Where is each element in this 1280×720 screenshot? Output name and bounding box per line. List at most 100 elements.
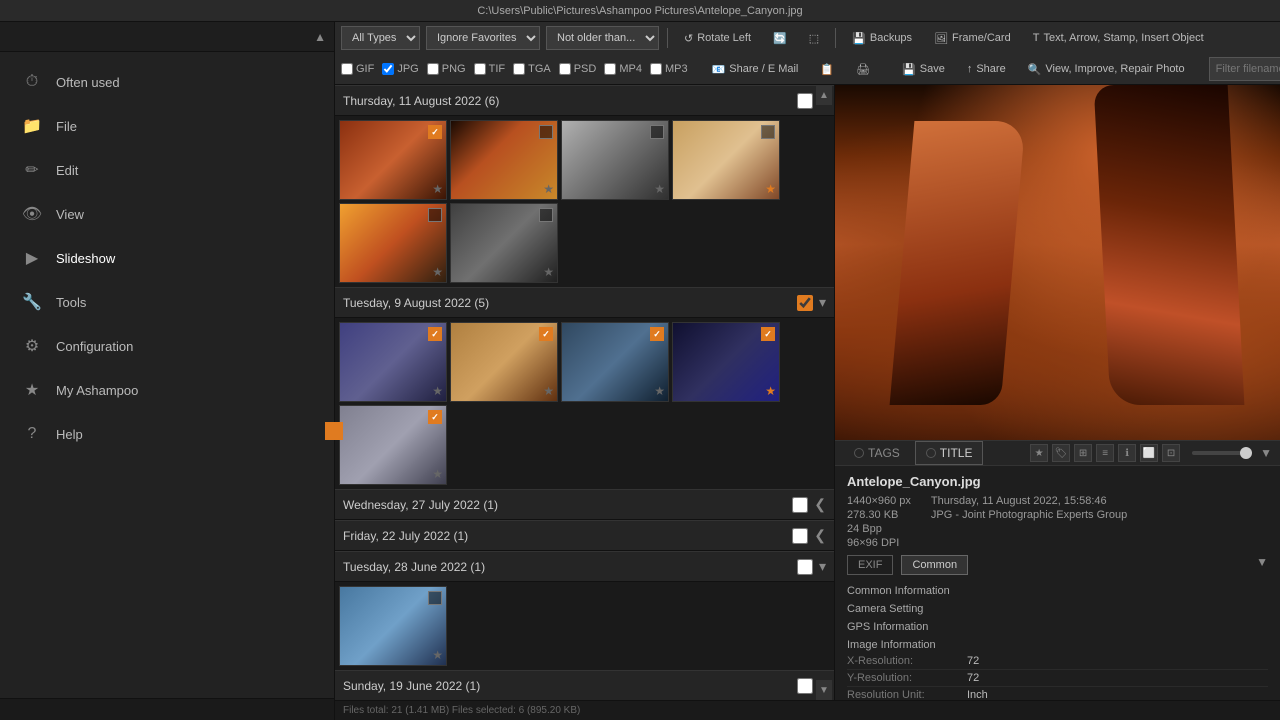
info-slider[interactable] xyxy=(1192,451,1252,455)
date-header-jun19[interactable]: Sunday, 19 June 2022 (1)▾ xyxy=(335,670,834,700)
date-collapse-jun28[interactable]: ▾ xyxy=(819,558,826,575)
gallery-scroll-up[interactable]: ▲ xyxy=(816,85,832,105)
sidebar-item-slideshow[interactable]: ▶ Slideshow xyxy=(0,236,334,280)
tif-checkbox-label[interactable]: TIF xyxy=(474,63,506,75)
tag-tab-icon[interactable]: 🏷 xyxy=(1052,444,1070,462)
mp4-checkbox[interactable] xyxy=(604,63,616,75)
type-filter-select[interactable]: All Types xyxy=(341,26,420,50)
preview-image-area[interactable] xyxy=(835,85,1280,440)
rotate-left-btn[interactable]: ↺ Rotate Left xyxy=(676,29,759,48)
mp4-checkbox-label[interactable]: MP4 xyxy=(604,63,642,75)
png-checkbox-label[interactable]: PNG xyxy=(427,63,466,75)
exif-tab-btn[interactable]: EXIF xyxy=(847,555,893,575)
thumbnail-t5[interactable]: ★ xyxy=(339,203,447,283)
date-header-jul27[interactable]: Wednesday, 27 July 2022 (1)❮ xyxy=(335,489,834,520)
date-checkbox-jun28[interactable] xyxy=(797,559,813,575)
psd-checkbox-label[interactable]: PSD xyxy=(559,63,597,75)
tab-tags[interactable]: TAGS xyxy=(843,441,911,465)
jpg-checkbox[interactable] xyxy=(382,63,394,75)
date-header-aug9[interactable]: Tuesday, 9 August 2022 (5)▾ xyxy=(335,287,834,318)
box-tab-icon[interactable]: ⬜ xyxy=(1140,444,1158,462)
share-email-btn[interactable]: 📧 Share / E Mail xyxy=(704,60,807,79)
exif-expand[interactable]: ▼ xyxy=(1256,555,1268,575)
date-checkbox-jul27[interactable] xyxy=(792,497,808,513)
thumbnail-t12[interactable]: ★ xyxy=(339,586,447,666)
star-t1[interactable]: ★ xyxy=(432,182,443,196)
star-t12[interactable]: ★ xyxy=(432,648,443,662)
star-t7[interactable]: ★ xyxy=(432,384,443,398)
tif-checkbox[interactable] xyxy=(474,63,486,75)
sidebar-toggle[interactable]: ▲ xyxy=(310,28,330,46)
thumbnail-t4[interactable]: ★ xyxy=(672,120,780,200)
view-improve-btn[interactable]: 🔍 View, Improve, Repair Photo xyxy=(1020,60,1193,79)
share-copy-btn[interactable]: 📋 xyxy=(812,60,842,79)
date-checkbox-jul22[interactable] xyxy=(792,528,808,544)
date-collapse-jul22[interactable]: ❮ xyxy=(814,527,826,544)
gallery-scroll-down[interactable]: ▼ xyxy=(816,680,832,700)
jpg-checkbox-label[interactable]: JPG xyxy=(382,63,418,75)
date-filter-select[interactable]: Not older than... xyxy=(546,26,659,50)
thumbnail-t7[interactable]: ✓★ xyxy=(339,322,447,402)
thumbnail-t10[interactable]: ✓★ xyxy=(672,322,780,402)
thumbnail-t11[interactable]: ✓★ xyxy=(339,405,447,485)
date-checkbox-aug11[interactable] xyxy=(797,93,813,109)
gallery-pane[interactable]: ▲Thursday, 11 August 2022 (6)▾✓★★★★★★Tue… xyxy=(335,85,835,700)
thumbnail-t9[interactable]: ✓★ xyxy=(561,322,669,402)
thumbnail-t1[interactable]: ✓★ xyxy=(339,120,447,200)
date-header-jul22[interactable]: Friday, 22 July 2022 (1)❮ xyxy=(335,520,834,551)
sidebar-item-edit[interactable]: ✏ Edit xyxy=(0,148,334,192)
info-tab-icon2[interactable]: ℹ xyxy=(1118,444,1136,462)
backups-btn[interactable]: 💾 Backups xyxy=(844,29,920,48)
date-collapse-aug9[interactable]: ▾ xyxy=(819,294,826,311)
sidebar-item-often-used[interactable]: ⏱ Often used xyxy=(0,60,334,104)
grid-tab-icon[interactable]: ⊞ xyxy=(1074,444,1092,462)
psd-checkbox[interactable] xyxy=(559,63,571,75)
gif-checkbox-label[interactable]: GIF xyxy=(341,63,374,75)
fliph-icon-btn[interactable]: ⬚ xyxy=(801,29,827,48)
thumbnail-t8[interactable]: ✓★ xyxy=(450,322,558,402)
date-header-aug11[interactable]: Thursday, 11 August 2022 (6)▾ xyxy=(335,85,834,116)
sidebar-item-my-ashampoo[interactable]: ★ My Ashampoo xyxy=(0,368,334,412)
star-t9[interactable]: ★ xyxy=(654,384,665,398)
star-t4[interactable]: ★ xyxy=(765,182,776,196)
thumbnail-t2[interactable]: ★ xyxy=(450,120,558,200)
star-t3[interactable]: ★ xyxy=(654,182,665,196)
sidebar-item-tools[interactable]: 🔧 Tools xyxy=(0,280,334,324)
text-arrow-btn[interactable]: T Text, Arrow, Stamp, Insert Object xyxy=(1025,29,1212,47)
png-checkbox[interactable] xyxy=(427,63,439,75)
common-tab-btn[interactable]: Common xyxy=(901,555,968,575)
mp3-checkbox-label[interactable]: MP3 xyxy=(650,63,688,75)
date-collapse-jul27[interactable]: ❮ xyxy=(814,496,826,513)
thumbnail-t3[interactable]: ★ xyxy=(561,120,669,200)
date-checkbox-aug9[interactable] xyxy=(797,295,813,311)
tga-checkbox-label[interactable]: TGA xyxy=(513,63,551,75)
fav-filter-select[interactable]: Ignore Favorites xyxy=(426,26,540,50)
sidebar-item-file[interactable]: 📁 File xyxy=(0,104,334,148)
star-tab-icon[interactable]: ★ xyxy=(1030,444,1048,462)
rotate-icon-btn[interactable]: 🔄 xyxy=(765,29,795,48)
tga-checkbox[interactable] xyxy=(513,63,525,75)
star-t6[interactable]: ★ xyxy=(543,265,554,279)
star-t8[interactable]: ★ xyxy=(543,384,554,398)
info-expand-arrow[interactable]: ▼ xyxy=(1260,446,1272,460)
sidebar-item-configuration[interactable]: ⚙ Configuration xyxy=(0,324,334,368)
star-t11[interactable]: ★ xyxy=(432,467,443,481)
date-header-jun28[interactable]: Tuesday, 28 June 2022 (1)▾ xyxy=(335,551,834,582)
star-t10[interactable]: ★ xyxy=(765,384,776,398)
sidebar-item-help[interactable]: ? Help xyxy=(0,412,334,456)
star-t2[interactable]: ★ xyxy=(543,182,554,196)
sidebar-item-view[interactable]: 👁 View xyxy=(0,192,334,236)
mp3-checkbox[interactable] xyxy=(650,63,662,75)
gif-checkbox[interactable] xyxy=(341,63,353,75)
date-checkbox-jun19[interactable] xyxy=(797,678,813,694)
thumbnail-t6[interactable]: ★ xyxy=(450,203,558,283)
tab-title[interactable]: TITLE xyxy=(915,441,984,465)
star-t5[interactable]: ★ xyxy=(432,265,443,279)
frame-card-btn[interactable]: 🖼 Frame/Card xyxy=(926,29,1019,48)
list-tab-icon[interactable]: ≡ xyxy=(1096,444,1114,462)
expand-tab-icon[interactable]: ⊡ xyxy=(1162,444,1180,462)
share-btn[interactable]: ↑ Share xyxy=(959,60,1014,78)
share-print-btn[interactable]: 🖨 xyxy=(848,60,878,79)
save-btn[interactable]: 💾 Save xyxy=(894,60,953,79)
filter-filename-input[interactable] xyxy=(1209,57,1280,81)
